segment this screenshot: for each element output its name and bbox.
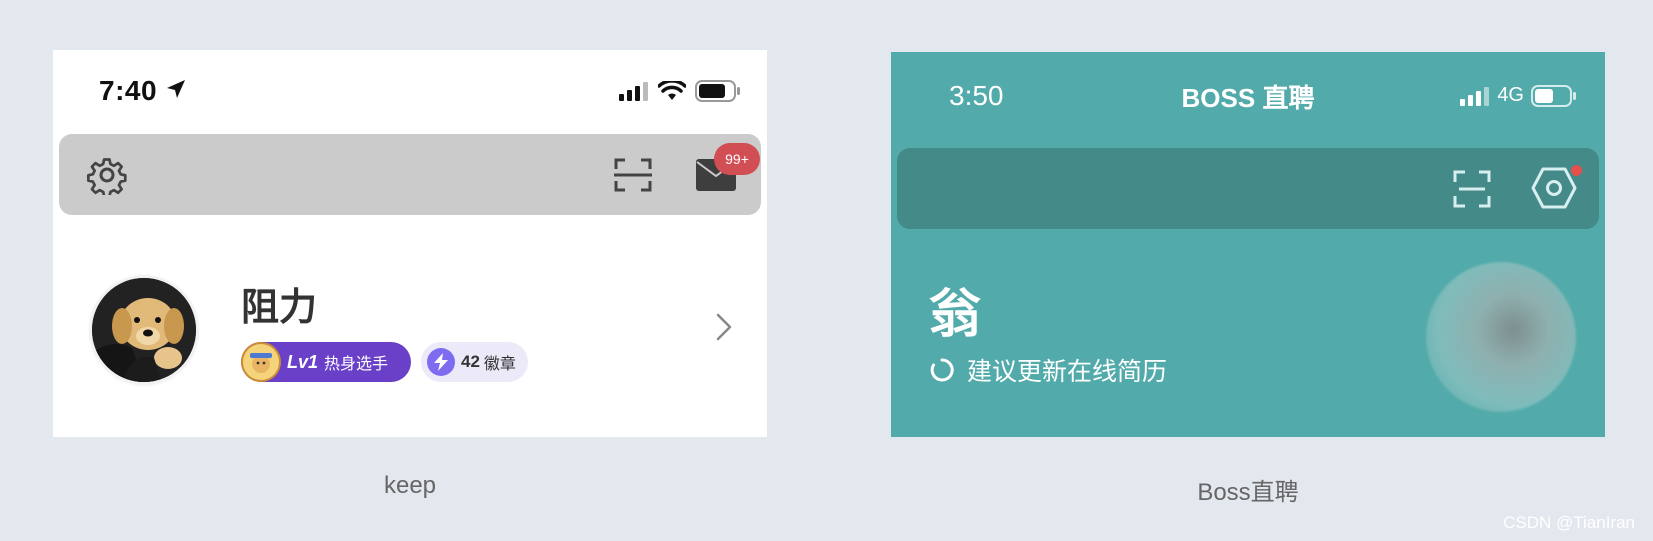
top-toolbar	[897, 148, 1599, 229]
watermark: CSDN @TianIran	[1503, 513, 1635, 532]
signal-icon	[1460, 86, 1490, 106]
caption-boss: Boss直聘	[1197, 479, 1299, 506]
profile-name: 翁	[929, 286, 982, 344]
scan-icon[interactable]	[1453, 170, 1491, 208]
battery-icon	[1531, 84, 1576, 107]
refresh-icon	[930, 358, 954, 382]
medal-label: 徽章	[483, 356, 516, 373]
avatar[interactable]	[1426, 262, 1576, 412]
chevron-right-icon[interactable]	[716, 313, 732, 341]
network-type: 4G	[1497, 84, 1524, 106]
level-badge[interactable]: Lv1 热身选手	[241, 342, 411, 382]
resume-hint-text: 建议更新在线简历	[967, 358, 1168, 386]
profile-name: 阻力	[241, 287, 318, 329]
boss-screen: 3:50 BOSS 直聘 4G 翁 建议更新在线简历	[891, 52, 1605, 437]
status-time: 7:40	[99, 75, 158, 106]
avatar-dog-image	[92, 278, 196, 382]
signal-icon	[619, 82, 648, 101]
unread-badge: 99+	[714, 143, 760, 175]
battery-icon	[695, 80, 740, 102]
settings-gear-icon[interactable]	[87, 155, 127, 195]
location-arrow-icon	[167, 80, 185, 98]
top-toolbar: 99+	[59, 134, 761, 215]
level-coin-icon	[241, 342, 281, 382]
status-icons: 4G	[1460, 84, 1577, 107]
resume-hint[interactable]: 建议更新在线简历	[929, 352, 1167, 388]
keep-screen: 7:40 99+ 阻力 Lv1 热身选手 42 徽章	[53, 50, 767, 437]
status-icons	[619, 80, 741, 102]
notification-dot	[1571, 165, 1582, 176]
settings-hexagon-icon[interactable]	[1531, 166, 1577, 210]
level-title: 热身选手	[324, 356, 389, 373]
lightning-icon	[427, 348, 455, 376]
wifi-icon	[658, 81, 686, 100]
caption-keep: keep	[383, 472, 437, 499]
scan-icon[interactable]	[614, 158, 652, 192]
avatar[interactable]	[92, 278, 196, 382]
medal-badge[interactable]: 42 徽章	[421, 342, 528, 382]
level-value: Lv1	[287, 351, 319, 372]
medal-count: 42	[461, 352, 480, 371]
